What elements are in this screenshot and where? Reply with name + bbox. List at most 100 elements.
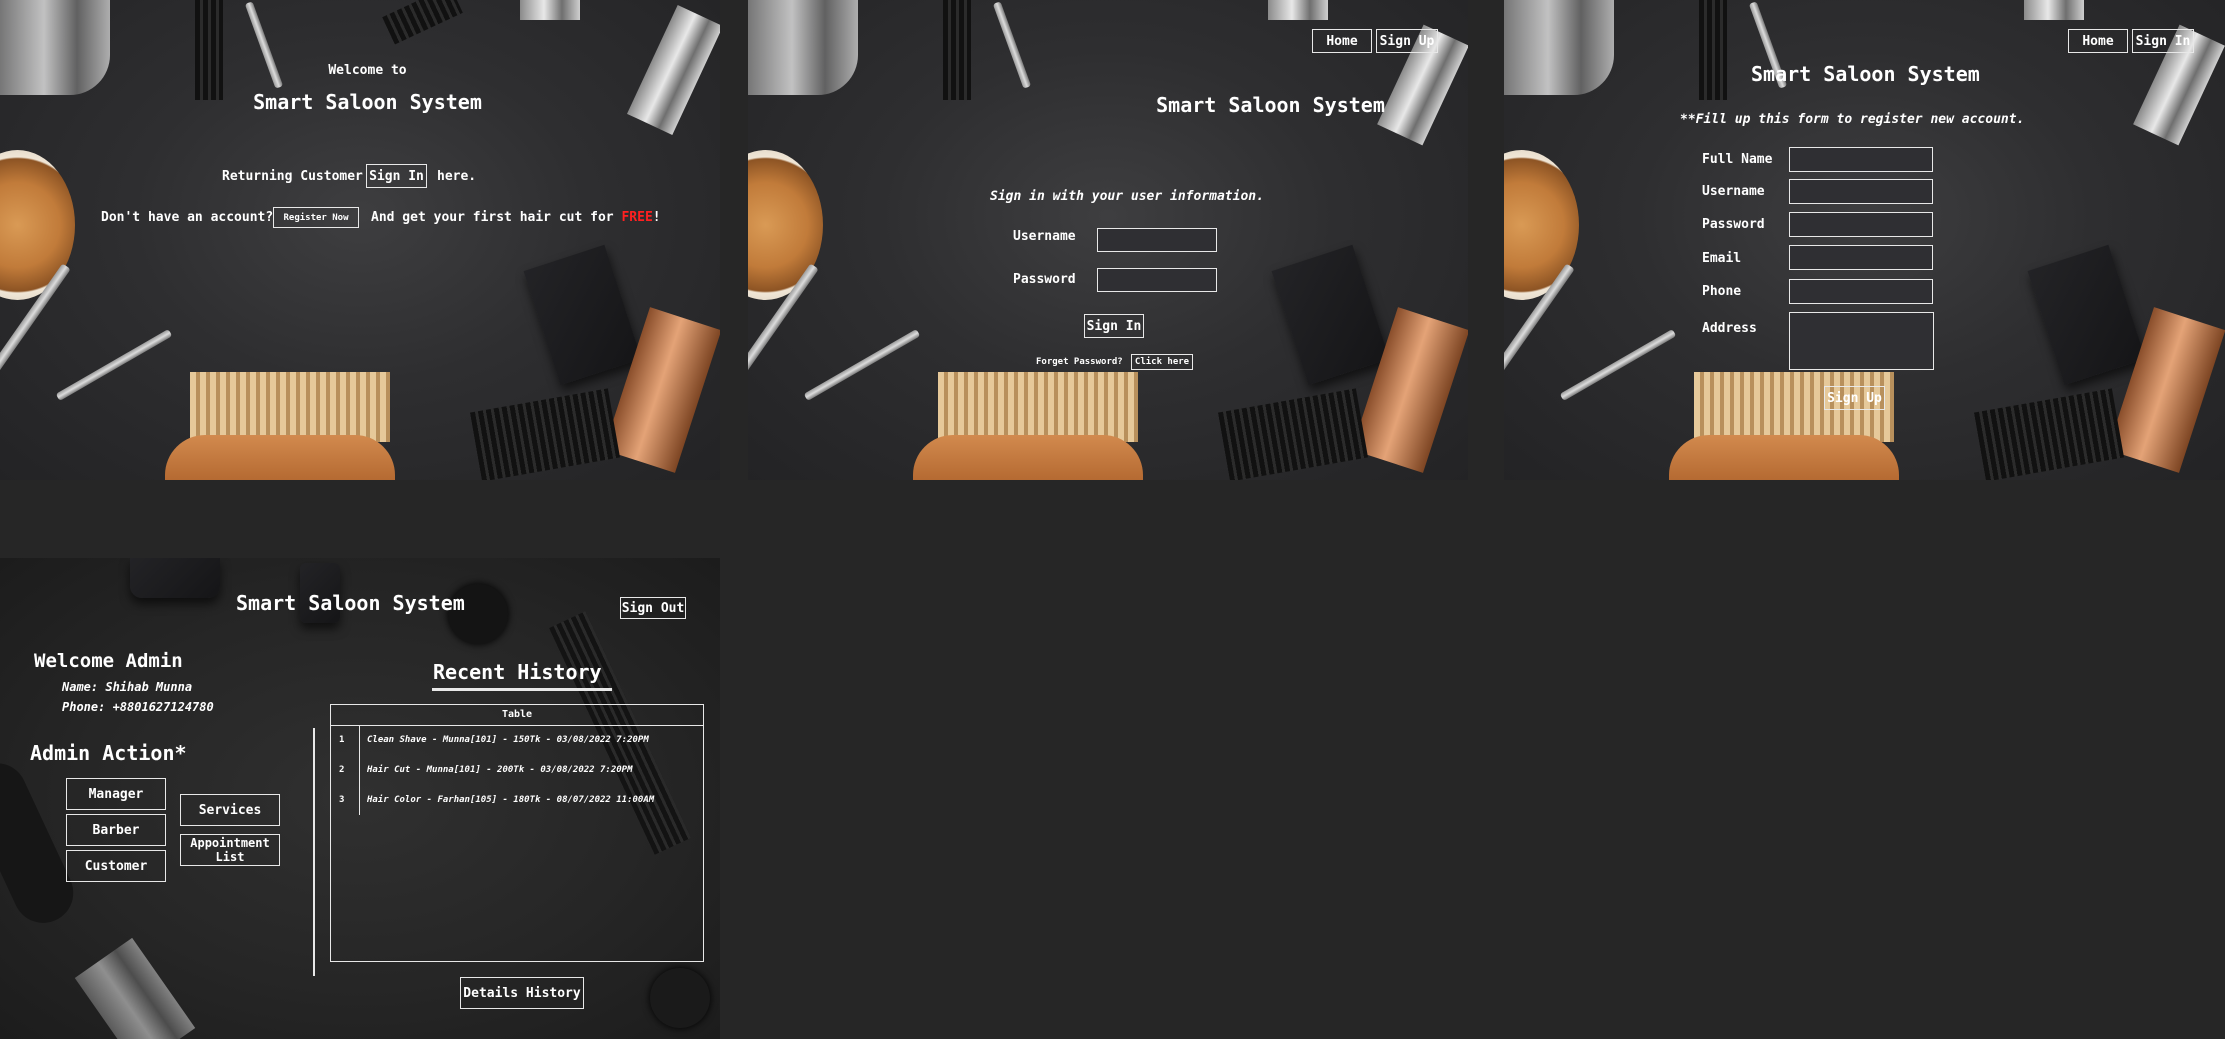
services-button[interactable]: Services bbox=[180, 794, 280, 826]
register-screen: Home Sign In Smart Saloon System **Fill … bbox=[1504, 0, 2225, 480]
comb-image bbox=[195, 0, 223, 100]
forgot-click-here-button[interactable]: Click here bbox=[1131, 354, 1193, 370]
vertical-divider bbox=[313, 728, 315, 976]
clipper-image bbox=[1504, 0, 1614, 95]
table-row[interactable]: 3 Hair Color - Farhan[105] - 180Tk - 08/… bbox=[331, 787, 703, 815]
row-number: 2 bbox=[339, 765, 345, 775]
nav-signup-button[interactable]: Sign Up bbox=[1376, 29, 1438, 53]
comb-image bbox=[1973, 388, 2125, 480]
wax-jar-image bbox=[0, 150, 75, 300]
register-subtitle: **Fill up this form to register new acco… bbox=[1680, 112, 2025, 127]
clipper-image bbox=[0, 0, 110, 95]
appointment-list-button[interactable]: Appointment List bbox=[180, 834, 280, 866]
page-title: Smart Saloon System bbox=[236, 591, 465, 615]
nav-home-button[interactable]: Home bbox=[2068, 29, 2128, 53]
scissors-image bbox=[748, 263, 819, 417]
signin-subtitle: Sign in with your user information. bbox=[990, 189, 1264, 204]
customer-button[interactable]: Customer bbox=[66, 850, 166, 882]
signout-button[interactable]: Sign Out bbox=[620, 597, 686, 619]
clipper-image bbox=[130, 558, 220, 598]
forgot-password-text: Forget Password? bbox=[1036, 357, 1123, 367]
email-input[interactable] bbox=[1789, 245, 1933, 270]
password-input[interactable] bbox=[1097, 268, 1217, 292]
comb-image bbox=[1217, 388, 1369, 480]
appointment-label-line1: Appointment bbox=[190, 836, 270, 850]
fullname-input[interactable] bbox=[1789, 147, 1933, 172]
page-title: Smart Saloon System bbox=[1156, 93, 1385, 117]
promo-suffix: ! bbox=[652, 210, 661, 225]
trimmer-image bbox=[603, 307, 720, 473]
password-label: Password bbox=[1702, 217, 1765, 232]
razor-image bbox=[2024, 0, 2084, 20]
username-input[interactable] bbox=[1097, 228, 1217, 252]
table-row[interactable]: 2 Hair Cut - Munna[101] - 200Tk - 03/08/… bbox=[331, 757, 703, 785]
row-text: Hair Color - Farhan[105] - 180Tk - 08/07… bbox=[367, 795, 655, 805]
password-input[interactable] bbox=[1789, 212, 1933, 237]
phone-input[interactable] bbox=[1789, 279, 1933, 304]
signin-button[interactable]: Sign In bbox=[366, 164, 427, 188]
jar-image bbox=[650, 968, 710, 1028]
promo-prefix: And get your first hair cut for bbox=[371, 210, 614, 225]
manager-button[interactable]: Manager bbox=[66, 778, 166, 810]
razor-image bbox=[1268, 0, 1328, 20]
wax-jar-image bbox=[1504, 150, 1579, 300]
wax-jar-image bbox=[748, 150, 823, 300]
trimmer-image bbox=[74, 937, 196, 1039]
table-row[interactable]: 1 Clean Shave - Munna[101] - 150Tk - 03/… bbox=[331, 727, 703, 755]
appointment-label-line2: List bbox=[215, 850, 245, 864]
no-account-text: Don't have an account? bbox=[101, 210, 274, 225]
username-input[interactable] bbox=[1789, 179, 1933, 204]
nav-home-button[interactable]: Home bbox=[1312, 29, 1372, 53]
trimmer-image bbox=[2107, 307, 2225, 473]
signin-button[interactable]: Sign In bbox=[1084, 314, 1144, 338]
register-button[interactable]: Register Now bbox=[273, 207, 359, 228]
admin-dashboard-screen: Smart Saloon System Sign Out Welcome Adm… bbox=[0, 558, 720, 1039]
comb-image bbox=[469, 388, 621, 480]
welcome-text: Welcome to bbox=[328, 63, 407, 78]
address-label: Address bbox=[1702, 321, 1757, 336]
returning-text: Returning Customer bbox=[222, 169, 363, 184]
details-history-button[interactable]: Details History bbox=[460, 977, 584, 1009]
welcome-heading: Welcome Admin bbox=[34, 650, 183, 672]
barber-button[interactable]: Barber bbox=[66, 814, 166, 846]
brush-image bbox=[190, 372, 390, 442]
soap-block-image bbox=[523, 244, 642, 386]
username-label: Username bbox=[1702, 184, 1765, 199]
brush-image bbox=[938, 372, 1138, 442]
fullname-label: Full Name bbox=[1702, 152, 1773, 167]
promo-text: And get your first hair cut for FREE! bbox=[371, 210, 661, 225]
email-label: Email bbox=[1702, 251, 1742, 266]
tweezers-image bbox=[992, 1, 1032, 89]
comb-image bbox=[1699, 0, 1727, 100]
brush-image bbox=[165, 435, 395, 480]
scissors-image bbox=[1504, 263, 1575, 417]
nav-signin-button[interactable]: Sign In bbox=[2132, 29, 2194, 53]
row-text: Clean Shave - Munna[101] - 150Tk - 03/08… bbox=[367, 735, 649, 745]
soap-block-image bbox=[1271, 244, 1390, 386]
table-caption: Table bbox=[331, 705, 703, 726]
scissors-image bbox=[0, 263, 71, 417]
brush-image bbox=[913, 435, 1143, 480]
history-table: Table 1 Clean Shave - Munna[101] - 150Tk… bbox=[330, 704, 704, 962]
razor-image bbox=[520, 0, 580, 20]
admin-actions-heading: Admin Action* bbox=[30, 741, 187, 765]
heading-underline bbox=[432, 688, 612, 691]
scissors-image bbox=[803, 329, 921, 401]
brush-image bbox=[1669, 435, 1899, 480]
comb-image bbox=[943, 0, 971, 100]
password-label: Password bbox=[1013, 272, 1076, 287]
comb-image bbox=[382, 0, 463, 45]
row-number: 3 bbox=[339, 795, 345, 805]
returning-suffix-text: here. bbox=[437, 169, 477, 184]
page-title: Smart Saloon System bbox=[1751, 62, 1980, 86]
phone-label: Phone bbox=[1702, 284, 1742, 299]
address-input[interactable] bbox=[1789, 312, 1934, 370]
admin-name: Name: Shihab Munna bbox=[62, 680, 193, 694]
recent-history-heading: Recent History bbox=[433, 660, 602, 684]
signin-screen: Home Sign Up Smart Saloon System Sign in… bbox=[748, 0, 1468, 480]
landing-screen: Welcome to Smart Saloon System Returning… bbox=[0, 0, 720, 480]
row-number: 1 bbox=[339, 735, 345, 745]
soap-block-image bbox=[2027, 244, 2146, 386]
trimmer-image bbox=[1351, 307, 1468, 473]
signup-button[interactable]: Sign Up bbox=[1824, 386, 1885, 410]
